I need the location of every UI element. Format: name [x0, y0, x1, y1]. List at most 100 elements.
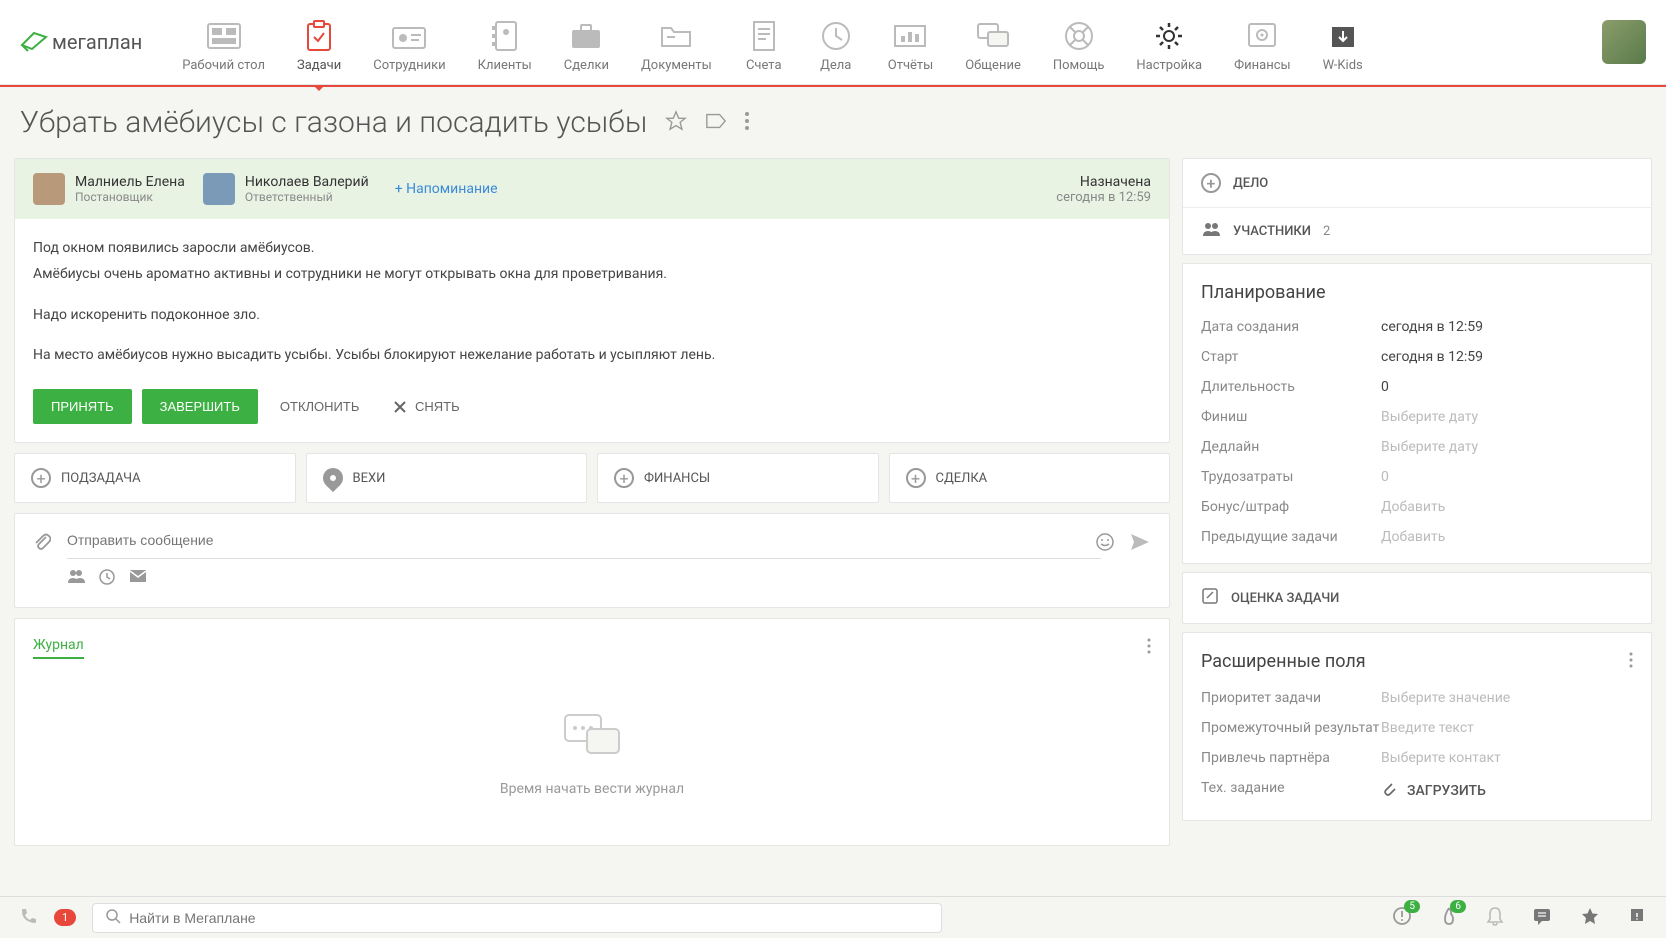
nav-help[interactable]: Помощь [1053, 12, 1105, 73]
comment-icon[interactable] [1532, 907, 1552, 929]
emoji-icon[interactable] [1095, 532, 1115, 556]
field-label: Привлечь партнёра [1201, 750, 1381, 766]
field-value[interactable]: сегодня в 12:59 [1381, 319, 1483, 335]
nav-deals[interactable]: Сделки [564, 12, 609, 73]
mail-icon[interactable] [129, 569, 147, 589]
people-icon[interactable] [67, 569, 85, 589]
nav-label: W-Kids [1323, 58, 1363, 73]
nav-clients[interactable]: Клиенты [478, 12, 532, 73]
journal-tab[interactable]: Журнал [33, 637, 84, 659]
side-row-label: ОЦЕНКА ЗАДАЧИ [1231, 591, 1339, 606]
tag-icon[interactable] [705, 112, 727, 134]
side-row-label: ДЕЛО [1233, 176, 1268, 191]
plus-icon: + [31, 468, 51, 488]
deal-tab[interactable]: +СДЕЛКА [889, 453, 1171, 503]
message-input[interactable] [67, 532, 1101, 548]
bell-icon[interactable] [1486, 906, 1504, 930]
nav-label: Настройка [1136, 58, 1202, 73]
field-label: Предыдущие задачи [1201, 529, 1381, 545]
avatar [33, 173, 65, 205]
footer-search[interactable] [92, 903, 942, 933]
page-title: Убрать амёбиусы с газона и посадить усыб… [20, 105, 647, 140]
more-icon[interactable] [745, 112, 749, 134]
plus-icon: + [614, 468, 634, 488]
field-placeholder[interactable]: Выберите значение [1381, 690, 1510, 706]
decline-button[interactable]: ОТКЛОНИТЬ [268, 389, 371, 424]
nav-communication[interactable]: Общение [965, 12, 1021, 73]
nav-desktop[interactable]: Рабочий стол [182, 12, 265, 73]
star-icon[interactable] [665, 110, 687, 136]
field-value[interactable]: сегодня в 12:59 [1381, 349, 1483, 365]
phone-icon[interactable] [20, 907, 38, 929]
contacts-icon [485, 20, 525, 52]
milestones-tab[interactable]: ВЕХИ [306, 453, 588, 503]
star-filled-icon[interactable] [1580, 906, 1600, 930]
nav-affairs[interactable]: Дела [816, 12, 856, 73]
footer-bar: 1 5 6 [0, 896, 1666, 938]
field-label: Дедлайн [1201, 439, 1381, 455]
field-label: Приоритет задачи [1201, 690, 1381, 706]
nav-settings[interactable]: Настройка [1136, 12, 1202, 73]
person-creator[interactable]: Малниель Елена Постановщик [33, 173, 185, 205]
nav-tasks[interactable]: Задачи [297, 12, 341, 73]
side-row-label: УЧАСТНИКИ [1233, 224, 1311, 239]
upload-button[interactable]: ЗАГРУЗИТЬ [1381, 780, 1486, 802]
nav-invoices[interactable]: Счета [744, 12, 784, 73]
field-placeholder[interactable]: Выберите дату [1381, 409, 1478, 425]
nav-label: Сделки [564, 58, 609, 73]
badge: 5 [1404, 900, 1420, 913]
accept-button[interactable]: ПРИНЯТЬ [33, 389, 132, 424]
remove-button[interactable]: СНЯТЬ [381, 389, 471, 425]
add-deal-row[interactable]: +ДЕЛО [1183, 159, 1651, 207]
field-placeholder[interactable]: Добавить [1381, 499, 1445, 515]
field-label: Дата создания [1201, 319, 1381, 335]
chat-icon [973, 20, 1013, 52]
participants-row[interactable]: УЧАСТНИКИ 2 [1183, 207, 1651, 254]
task-rating-row[interactable]: ОЦЕНКА ЗАДАЧИ [1183, 573, 1651, 623]
receipt-icon [744, 20, 784, 52]
search-input[interactable] [129, 910, 929, 926]
field-placeholder[interactable]: Выберите контакт [1381, 750, 1501, 766]
field-label: Длительность [1201, 379, 1381, 395]
timer-icon[interactable] [99, 569, 115, 589]
nav-label: Клиенты [478, 58, 532, 73]
alert-icon[interactable]: 5 [1392, 906, 1412, 930]
attachment-icon[interactable] [33, 532, 51, 556]
field-label: Старт [1201, 349, 1381, 365]
field-label: Финиш [1201, 409, 1381, 425]
task-actions: ПРИНЯТЬ ЗАВЕРШИТЬ ОТКЛОНИТЬ СНЯТЬ [15, 389, 1169, 443]
extended-panel: Расширенные поля Приоритет задачиВыберит… [1182, 632, 1652, 821]
send-icon[interactable] [1129, 532, 1151, 556]
person-name: Николаев Валерий [245, 174, 369, 190]
field-value[interactable]: 0 [1381, 379, 1389, 395]
subtask-tab[interactable]: + ПОДЗАДАЧА [14, 453, 296, 503]
fire-icon[interactable]: 6 [1440, 906, 1458, 930]
close-icon [393, 400, 407, 414]
user-avatar[interactable] [1602, 20, 1646, 64]
flag-icon[interactable] [1628, 907, 1646, 929]
field-placeholder[interactable]: Введите текст [1381, 720, 1474, 736]
nav-label: Общение [965, 58, 1021, 73]
more-icon[interactable] [1147, 638, 1151, 658]
nav-wkids[interactable]: W-Kids [1323, 12, 1363, 73]
field-label: Промежуточный результат [1201, 720, 1381, 736]
nav-label: Финансы [1234, 58, 1291, 73]
complete-button[interactable]: ЗАВЕРШИТЬ [142, 389, 258, 424]
nav-reports[interactable]: Отчёты [888, 12, 933, 73]
person-responsible[interactable]: Николаев Валерий Ответственный [203, 173, 369, 205]
logo[interactable]: мегаплан [20, 30, 142, 54]
nav-employees[interactable]: Сотрудники [373, 12, 445, 73]
nav-documents[interactable]: Документы [641, 12, 712, 73]
nav-finance[interactable]: Финансы [1234, 12, 1291, 73]
add-reminder-link[interactable]: + Напоминание [395, 181, 498, 197]
field-placeholder[interactable]: Выберите дату [1381, 439, 1478, 455]
nav-label: Помощь [1053, 58, 1105, 73]
call-badge[interactable]: 1 [54, 909, 76, 926]
more-icon[interactable] [1629, 652, 1633, 672]
field-placeholder[interactable]: Добавить [1381, 529, 1445, 545]
status-time: сегодня в 12:59 [1056, 190, 1151, 205]
finance-tab[interactable]: +ФИНАНСЫ [597, 453, 879, 503]
field-value[interactable]: 0 [1381, 469, 1389, 485]
tab-label: ПОДЗАДАЧА [61, 471, 141, 486]
title-bar: Убрать амёбиусы с газона и посадить усыб… [0, 87, 1666, 158]
